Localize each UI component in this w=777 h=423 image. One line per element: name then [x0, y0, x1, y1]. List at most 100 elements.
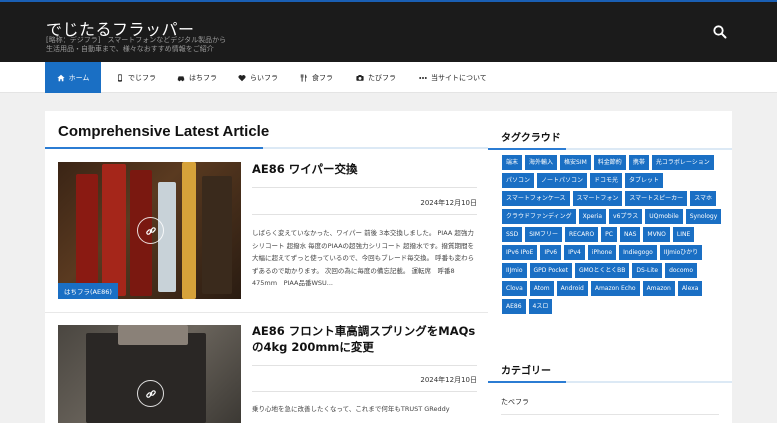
search-button[interactable]	[712, 24, 728, 40]
nav-item-tabifura[interactable]: たびフラ	[356, 62, 396, 93]
tag-link[interactable]: DS-Lite	[632, 263, 663, 278]
wiper-package-image	[76, 174, 98, 294]
tag-link[interactable]: タブレット	[625, 173, 664, 188]
tag-link[interactable]: 格安SIM	[560, 155, 591, 170]
heart-icon	[238, 74, 246, 81]
nav-item-home[interactable]: ホーム	[45, 62, 101, 93]
nav-item-shokufura[interactable]: 食フラ	[300, 62, 333, 93]
article-date: 2024年12月10日	[420, 199, 477, 207]
tagcloud-title-underline	[488, 148, 732, 150]
wiper-package-image	[202, 176, 232, 294]
tag-link[interactable]: 光コラボレーション	[651, 155, 714, 170]
car-icon	[177, 75, 185, 81]
wiper-package-image	[102, 164, 126, 296]
nav-item-label: たびフラ	[368, 73, 396, 82]
nav-item-label: 食フラ	[312, 73, 333, 82]
tag-link[interactable]: 携帯	[628, 155, 649, 170]
title-underline	[45, 147, 489, 149]
tag-link[interactable]: ドコモ光	[590, 173, 623, 188]
tag-link[interactable]: RECARO	[565, 227, 599, 242]
link-button[interactable]	[137, 380, 164, 407]
link-icon	[145, 226, 156, 235]
tag-link[interactable]: MVNO	[643, 227, 670, 242]
article-date-divider	[252, 214, 477, 215]
article-title-divider	[252, 365, 477, 366]
spring-box-image	[86, 333, 206, 423]
section-title: Comprehensive Latest Article	[58, 123, 270, 140]
category-item-divider	[501, 414, 719, 415]
tag-link[interactable]: iPhone	[587, 245, 617, 260]
tag-link[interactable]: IPv6 IPoE	[502, 245, 538, 260]
tag-link[interactable]: パソコン	[502, 173, 535, 188]
article-title[interactable]: AE86 ワイパー交換	[252, 161, 477, 177]
tag-link[interactable]: Indiegogo	[619, 245, 657, 260]
tag-link[interactable]: スマートスピーカー	[625, 191, 688, 206]
tag-link[interactable]: IIJmioひかり	[659, 245, 703, 260]
more-icon	[419, 76, 427, 79]
tag-link[interactable]: IIJmio	[502, 263, 527, 278]
nav-item-label: らいフラ	[250, 73, 278, 82]
tagcloud-title: タグクラウド	[501, 133, 561, 144]
tag-link[interactable]: Synology	[685, 209, 722, 224]
smartphone-icon	[118, 73, 122, 82]
article-separator	[45, 312, 489, 313]
nav-item-hachifura[interactable]: はちフラ	[177, 62, 217, 93]
nav-item-dejifura[interactable]: でじフラ	[116, 62, 156, 93]
tag-link[interactable]: GPD Pocket	[529, 263, 572, 278]
tag-link[interactable]: ノートパソコン	[537, 173, 588, 188]
article-title[interactable]: AE86 フロント車高調スプリングをMAQsの4kg 200mmに変更	[252, 323, 477, 355]
article-title-divider	[252, 187, 477, 188]
tag-link[interactable]: 海外輸入	[525, 155, 558, 170]
link-button[interactable]	[137, 217, 164, 244]
tag-link[interactable]: スマートフォンケース	[502, 191, 570, 206]
main-nav: ホーム でじフラ はちフラ らいフラ 食フラ たびフラ 当サイトについて	[0, 62, 777, 93]
nav-item-label: 当サイトについて	[431, 73, 487, 82]
article-thumbnail[interactable]	[58, 325, 241, 423]
tag-cloud: 端末 海外輸入 格安SIM 料金節約 携帯 光コラボレーションパソコン ノートパソコン ドコモ…	[502, 155, 724, 314]
sidebar: タグクラウド 端末 海外輸入 格安SIM 料金節約 携帯 光コラボレーションパソコン ノート…	[488, 111, 732, 423]
search-icon	[713, 25, 727, 39]
tag-link[interactable]: Clova	[502, 281, 527, 296]
tag-link[interactable]: IPv6	[540, 245, 562, 260]
tag-link[interactable]: Amazon Echo	[590, 281, 640, 296]
tag-link[interactable]: Amazon	[642, 281, 675, 296]
tag-link[interactable]: PC	[601, 227, 617, 242]
tag-link[interactable]: SSD	[502, 227, 523, 242]
link-icon	[145, 389, 156, 398]
nav-item-label: でじフラ	[128, 73, 156, 82]
nav-item-label: ホーム	[68, 73, 90, 82]
article-date-divider	[252, 391, 477, 392]
article-excerpt: しばらく変えていなかった、ワイパー 前後 3本交換しました。 PIAA 超強力シ…	[252, 229, 475, 287]
tag-link[interactable]: Xperia	[578, 209, 607, 224]
tag-link[interactable]: Alexa	[677, 281, 703, 296]
tag-link[interactable]: docomo	[665, 263, 698, 278]
tag-link[interactable]: SIMフリー	[525, 227, 563, 242]
category-item[interactable]: たべフラ	[501, 397, 719, 407]
nav-item-raifura[interactable]: らいフラ	[238, 62, 278, 93]
category-label[interactable]: はちフラ(AE86)	[58, 283, 118, 299]
site-header: でじたるフラッパー [略称：デジフラ] スマートフォンなどデジタル製品から生活用…	[0, 2, 777, 62]
tag-link[interactable]: 端末	[502, 155, 523, 170]
tag-link[interactable]: NAS	[619, 227, 641, 242]
tag-link[interactable]: 4スロ	[528, 299, 553, 314]
tag-link[interactable]: クラウドファンディング	[502, 209, 576, 224]
wiper-package-image	[182, 162, 196, 299]
tag-link[interactable]: UQmobile	[645, 209, 683, 224]
tag-link[interactable]: GMOとくとくBB	[574, 263, 630, 278]
latest-articles-section: Comprehensive Latest Article はちフラ(AE86) …	[45, 111, 489, 423]
tag-link[interactable]: Atom	[529, 281, 554, 296]
article-excerpt: 乗り心地を急に改善したくなって、これまで何年もTRUST GReddy	[252, 405, 450, 413]
tag-link[interactable]: LINE	[672, 227, 695, 242]
tag-link[interactable]: v6プラス	[609, 209, 643, 224]
nav-item-about[interactable]: 当サイトについて	[419, 62, 487, 93]
site-description: [略称：デジフラ] スマートフォンなどデジタル製品から生活用品・自動車まで、様々…	[46, 36, 227, 53]
tag-link[interactable]: IPv4	[564, 245, 585, 260]
category-widget-title: カテゴリー	[501, 366, 551, 377]
tag-link[interactable]: Android	[556, 281, 588, 296]
tag-link[interactable]: スマートフォン	[572, 191, 623, 206]
article-thumbnail[interactable]: はちフラ(AE86)	[58, 162, 241, 299]
tag-link[interactable]: スマホ	[690, 191, 717, 206]
tag-link[interactable]: 料金節約	[593, 155, 626, 170]
tag-link[interactable]: AE86	[502, 299, 526, 314]
nav-item-label: はちフラ	[189, 73, 217, 82]
